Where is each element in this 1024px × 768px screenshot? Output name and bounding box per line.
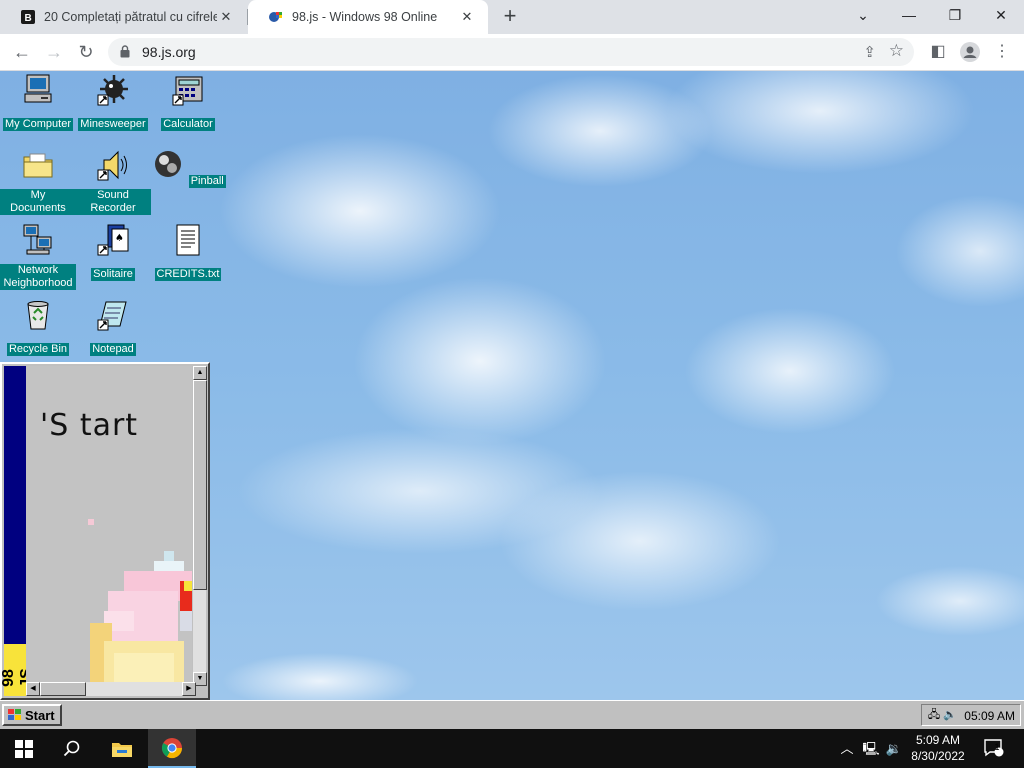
profile-avatar-icon[interactable] xyxy=(956,38,984,66)
svg-text:B: B xyxy=(25,13,32,24)
brainly-favicon-icon: B xyxy=(21,10,35,24)
desktop-icon-calculator[interactable]: Calculator xyxy=(150,73,226,132)
calculator-icon xyxy=(172,76,203,106)
windows-start-icon[interactable] xyxy=(0,729,48,768)
svg-text:♠: ♠ xyxy=(115,233,124,244)
pixel-art-character xyxy=(90,551,194,686)
icon-label: Pinball xyxy=(188,175,226,188)
back-icon[interactable]: ← xyxy=(8,38,36,66)
side-panel-icon[interactable]: ◧ xyxy=(924,38,952,66)
forward-icon[interactable]: → xyxy=(40,38,68,66)
tab-title: 20 Completați pătratul cu cifrele xyxy=(44,10,217,24)
98js-badge: 98 JS xyxy=(0,644,35,696)
windows-flag-icon xyxy=(8,709,21,720)
notification-count: 1 xyxy=(994,742,1000,752)
search-icon[interactable] xyxy=(48,729,96,768)
browser-tab-strip: B 20 Completați pătratul cu cifrele ✕ 98… xyxy=(0,0,1024,34)
desktop-icon-pinball[interactable]: Pinball xyxy=(150,148,226,189)
icon-label: Recycle Bin xyxy=(6,343,70,356)
recycle-bin-icon xyxy=(27,301,49,330)
close-window-icon[interactable]: ✕ xyxy=(978,0,1024,30)
show-hidden-icons-icon[interactable]: ︿ xyxy=(838,729,856,768)
desktop-icon-recycle-bin[interactable]: Recycle Bin xyxy=(0,298,76,357)
browser-toolbar: ← → ↻ 98.js.org ⇪ ☆ ◧ ⋮ xyxy=(0,34,1024,71)
icon-label: Sound Recorder xyxy=(75,189,151,215)
start-label: Start xyxy=(25,707,55,723)
cards-icon: ♠ xyxy=(97,224,129,256)
icon-label: Network Neighborhood xyxy=(0,264,76,290)
minimize-icon[interactable]: — xyxy=(886,0,932,30)
clock-date: 8/30/2022 xyxy=(911,749,965,763)
horizontal-scrollbar[interactable]: ◀ ▶ xyxy=(26,682,196,696)
taskbar98-clock[interactable]: 05:09 AM xyxy=(964,709,1015,723)
desktop-icon-sound-recorder[interactable]: Sound Recorder xyxy=(75,148,151,216)
url-text: 98.js.org xyxy=(142,44,196,60)
lock-icon xyxy=(120,45,130,58)
volume-tray-icon[interactable]: 🔈 xyxy=(942,708,958,722)
desktop-icon-solitaire[interactable]: ♠ Solitaire xyxy=(75,223,151,282)
clock-time: 5:09 AM xyxy=(915,733,961,747)
notification-center-icon[interactable]: 1 xyxy=(982,729,1006,768)
tab-completati[interactable]: B 20 Completați pătratul cu cifrele ✕ xyxy=(0,0,247,34)
icon-label: CREDITS.txt xyxy=(154,268,222,281)
windows10-taskbar: ︿ 🖳 🔉 5:09 AM 8/30/2022 1 xyxy=(0,729,1024,768)
start-art-text: 'S tart xyxy=(40,408,139,443)
pinball-icon xyxy=(155,151,182,177)
win98-taskbar: Start 🖧 🔈 05:09 AM xyxy=(0,700,1024,729)
chrome-taskbar-icon[interactable] xyxy=(148,729,196,768)
app-window[interactable]: 98 JS 'S tart ▲ ▼ ◀ xyxy=(0,362,210,700)
reload-icon[interactable]: ↻ xyxy=(72,38,100,66)
system-tray-98: 🖧 🔈 05:09 AM xyxy=(921,704,1021,726)
share-icon[interactable]: ⇪ xyxy=(863,43,876,61)
bookmark-star-icon[interactable]: ☆ xyxy=(889,41,904,61)
computer-icon xyxy=(24,74,52,103)
speaker-icon xyxy=(97,150,127,181)
desktop-icon-network-neighborhood[interactable]: Network Neighborhood xyxy=(0,223,76,291)
restore-icon[interactable]: ❐ xyxy=(932,0,978,30)
notepad-icon xyxy=(97,301,127,331)
scroll-up-icon[interactable]: ▲ xyxy=(193,366,207,380)
new-tab-button[interactable]: + xyxy=(498,5,522,29)
scroll-thumb[interactable] xyxy=(193,380,207,590)
desktop-icon-credits[interactable]: CREDITS.txt xyxy=(150,223,226,282)
icon-label: Notepad xyxy=(90,343,136,356)
scroll-left-icon[interactable]: ◀ xyxy=(26,682,40,696)
close-tab-icon[interactable]: ✕ xyxy=(217,8,235,26)
desktop-icon-minesweeper[interactable]: Minesweeper xyxy=(75,73,151,132)
file-explorer-icon[interactable] xyxy=(98,729,146,768)
icon-label: Solitaire xyxy=(91,268,135,281)
desktop-icon-my-computer[interactable]: My Computer xyxy=(0,73,76,132)
icon-label: Minesweeper xyxy=(78,118,148,131)
address-bar[interactable]: 98.js.org ⇪ ☆ xyxy=(108,38,914,66)
network-icon[interactable]: 🖳 xyxy=(860,729,882,768)
network-tray-icon[interactable]: 🖧 xyxy=(926,708,942,722)
icon-label: My Computer xyxy=(2,118,74,131)
tab-search-icon[interactable]: ⌄ xyxy=(840,0,886,30)
icon-label: My Documents xyxy=(0,189,76,215)
mine-icon xyxy=(97,75,128,106)
scroll-thumb-horizontal[interactable] xyxy=(40,682,86,696)
network-icon xyxy=(23,224,52,255)
windows98-favicon-icon xyxy=(269,12,282,22)
text-file-icon xyxy=(176,224,200,256)
scroll-right-icon[interactable]: ▶ xyxy=(182,682,196,696)
menu-kebab-icon[interactable]: ⋮ xyxy=(988,38,1016,66)
folder-icon xyxy=(23,153,53,178)
pixel-dot xyxy=(88,519,94,525)
vertical-scrollbar[interactable]: ▲ ▼ xyxy=(192,366,207,686)
win98-desktop: My Computer Minesweeper Calculator My Do… xyxy=(0,71,1024,700)
desktop-icon-my-documents[interactable]: My Documents xyxy=(0,148,76,216)
windows10-clock[interactable]: 5:09 AM 8/30/2022 xyxy=(898,732,978,764)
start-button[interactable]: Start xyxy=(2,704,62,726)
icon-label: Calculator xyxy=(161,118,215,131)
desktop-icon-notepad[interactable]: Notepad xyxy=(75,298,151,357)
tab-98js[interactable]: 98.js - Windows 98 Online ✕ xyxy=(248,0,488,34)
close-tab-icon[interactable]: ✕ xyxy=(458,8,476,26)
tab-title: 98.js - Windows 98 Online xyxy=(292,10,438,24)
window-content[interactable]: 'S tart xyxy=(26,366,196,686)
